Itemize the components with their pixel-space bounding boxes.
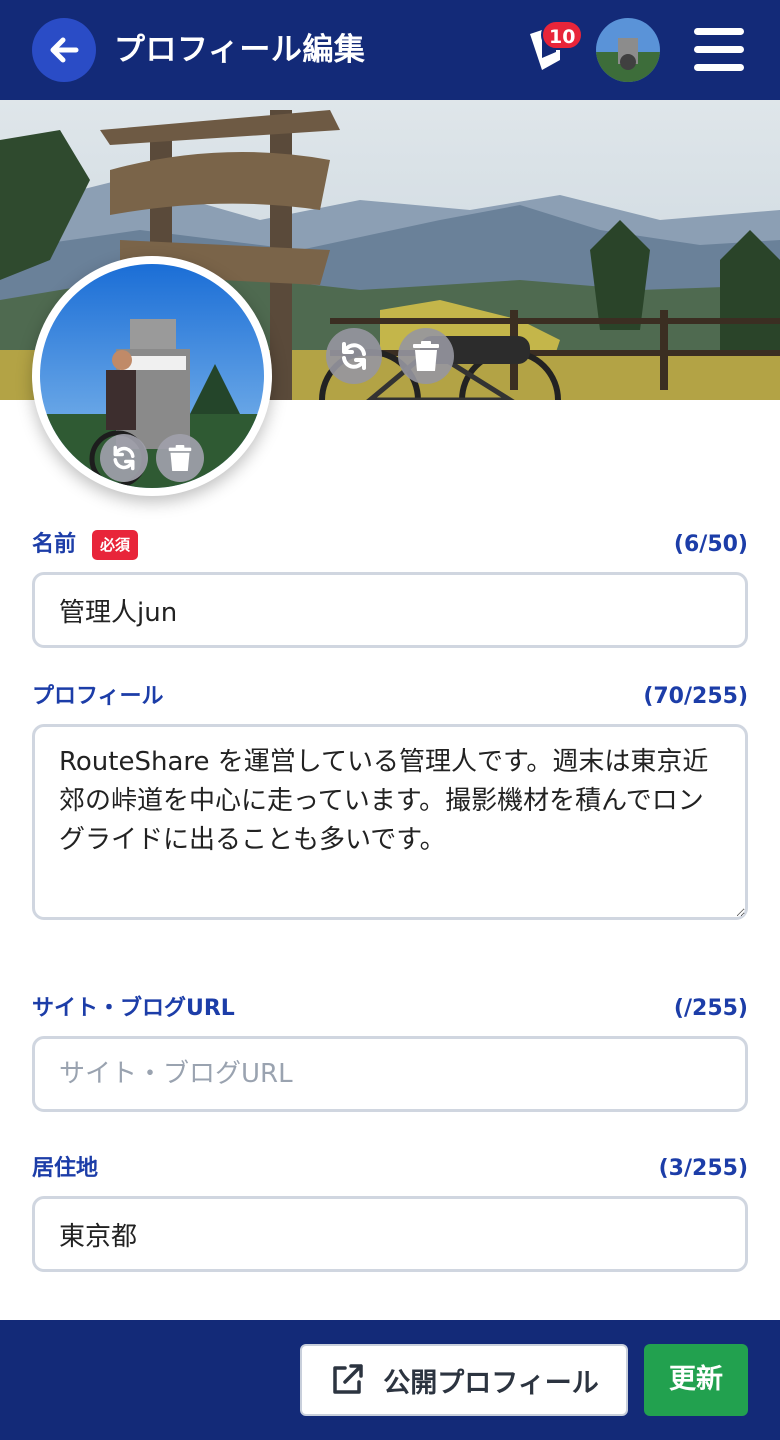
- name-char-count: (6/50): [673, 532, 748, 557]
- notification-count-badge: 10: [541, 20, 584, 50]
- residence-char-count: (3/255): [658, 1156, 748, 1181]
- site-url-label: サイト・ブログURL: [32, 996, 235, 1021]
- site-url-char-count: (/255): [673, 996, 748, 1021]
- name-input[interactable]: [32, 572, 748, 648]
- cover-refresh-button[interactable]: [326, 328, 382, 384]
- name-label: 名前 必須: [32, 530, 139, 560]
- profile-avatar: [32, 256, 272, 496]
- avatar-refresh-button[interactable]: [100, 434, 148, 482]
- required-badge: 必須: [92, 530, 139, 560]
- arrow-left-icon: [50, 37, 79, 63]
- avatar-photo: [40, 264, 264, 488]
- update-button[interactable]: 更新: [644, 1344, 748, 1416]
- footer-action-bar: 公開プロフィール 更新: [0, 1320, 780, 1440]
- trash-icon: [168, 445, 192, 471]
- external-link-icon: [333, 1364, 364, 1394]
- cover-delete-button[interactable]: [398, 328, 454, 384]
- app-header: プロフィール編集 10: [0, 0, 780, 100]
- back-button[interactable]: [32, 18, 96, 82]
- avatar-delete-button[interactable]: [156, 434, 204, 482]
- residence-input[interactable]: [32, 1196, 748, 1272]
- public-profile-button[interactable]: 公開プロフィール: [300, 1344, 628, 1416]
- refresh-icon: [113, 445, 135, 471]
- name-label-text: 名前: [32, 532, 77, 557]
- residence-label: 居住地: [32, 1156, 99, 1181]
- profile-label: プロフィール: [32, 684, 164, 709]
- page-title: プロフィール編集: [114, 32, 366, 68]
- refresh-icon: [342, 342, 366, 370]
- hamburger-menu-icon[interactable]: [694, 26, 746, 74]
- profile-char-count: (70/255): [643, 684, 748, 709]
- public-profile-label: 公開プロフィール: [383, 1367, 599, 1399]
- user-avatar[interactable]: [596, 18, 660, 82]
- site-url-input[interactable]: [32, 1036, 748, 1112]
- trash-icon: [413, 341, 439, 371]
- profile-textarea[interactable]: RouteShare を運営している管理人です。週末は東京近郊の峠道を中心に走っ…: [32, 724, 748, 920]
